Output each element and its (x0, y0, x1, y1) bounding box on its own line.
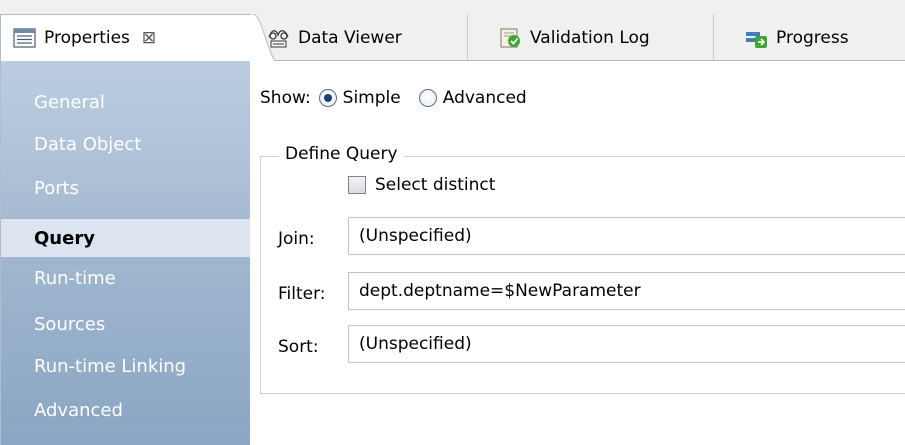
tab-separator (713, 14, 714, 61)
tab-properties-label: Properties (44, 28, 130, 48)
filter-label: Filter: (278, 284, 326, 304)
close-icon[interactable]: ⊠ (142, 28, 156, 48)
advanced-radio[interactable] (418, 89, 437, 107)
sort-label: Sort: (278, 337, 319, 357)
select-distinct-checkbox[interactable] (348, 176, 366, 194)
properties-sidebar: General Data Object Ports Query Run-time… (0, 61, 251, 445)
tab-data-viewer-label: Data Viewer (298, 27, 402, 48)
sidebar-item-sources[interactable]: Sources (34, 305, 105, 345)
select-distinct-label[interactable]: Select distinct (375, 175, 495, 195)
tab-separator (467, 14, 468, 61)
progress-icon (745, 27, 768, 49)
show-mode-row: Show: Simple Advanced (260, 85, 537, 111)
simple-radio-label[interactable]: Simple (343, 88, 401, 108)
advanced-radio-label[interactable]: Advanced (443, 88, 527, 108)
sidebar-item-ports[interactable]: Ports (34, 169, 79, 209)
join-field[interactable]: (Unspecified) (348, 217, 905, 255)
select-distinct-row[interactable]: Select distinct (348, 175, 495, 195)
tab-data-viewer[interactable]: Data Viewer (255, 14, 467, 61)
tab-edge (251, 14, 275, 62)
tab-progress[interactable]: Progress (733, 14, 905, 61)
simple-radio[interactable] (318, 89, 337, 107)
properties-icon (13, 27, 36, 49)
sidebar-item-run-time[interactable]: Run-time (34, 259, 116, 299)
sidebar-item-run-time-linking[interactable]: Run-time Linking (34, 347, 186, 387)
sidebar-item-general[interactable]: General (34, 83, 105, 123)
show-label: Show: (260, 88, 311, 108)
join-label: Join: (278, 229, 315, 249)
validation-log-icon (499, 27, 522, 49)
tab-validation-log[interactable]: Validation Log (487, 14, 713, 61)
query-panel: Show: Simple Advanced Define Query Selec… (250, 61, 905, 445)
sidebar-item-advanced[interactable]: Advanced (34, 391, 123, 431)
sidebar-item-query[interactable]: Query (1, 218, 251, 258)
view-tab-bar: Properties ⊠ Data Viewer Validation Log … (0, 0, 905, 62)
sidebar-item-data-object[interactable]: Data Object (34, 125, 141, 165)
tab-progress-label: Progress (776, 27, 849, 48)
tab-properties[interactable]: Properties ⊠ (0, 14, 275, 62)
tab-validation-log-label: Validation Log (530, 27, 650, 48)
filter-field[interactable]: dept.deptname=$NewParameter (348, 272, 905, 310)
define-query-group: Define Query Select distinct Join: (Unsp… (260, 144, 905, 394)
define-query-title: Define Query (279, 144, 404, 164)
sort-field[interactable]: (Unspecified) (348, 325, 905, 363)
